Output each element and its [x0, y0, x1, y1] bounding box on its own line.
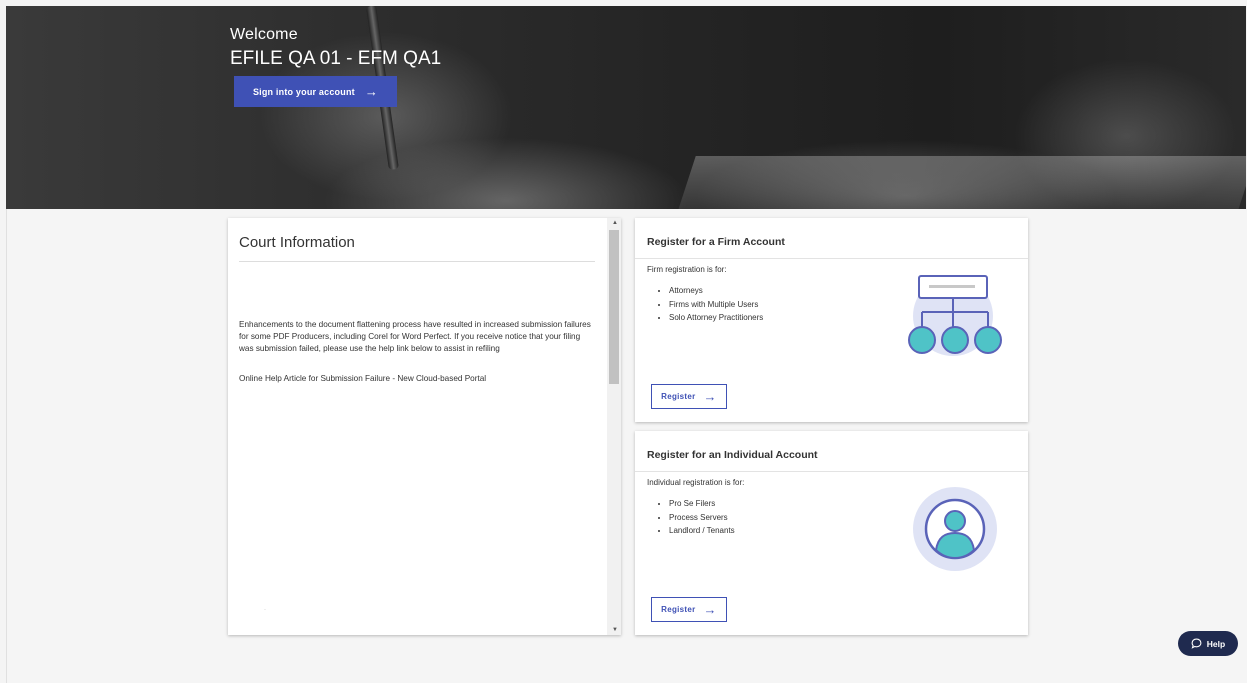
list-item: Solo Attorney Practitioners: [669, 311, 763, 325]
submission-failure-help-link[interactable]: Online Help Article for Submission Failu…: [239, 374, 486, 383]
scroll-down-icon[interactable]: ▼: [612, 627, 618, 633]
individual-registration-list: Pro Se Filers Process Servers Landlord /…: [659, 497, 735, 538]
hero-banner: Welcome EFILE QA 01 - EFM QA1 Sign into …: [6, 6, 1246, 209]
list-item: Pro Se Filers: [669, 497, 735, 511]
firm-registration-card: Register for a Firm Account Firm registr…: [635, 218, 1028, 422]
list-item: Attorneys: [669, 284, 763, 298]
scroll-thumb[interactable]: [609, 230, 619, 384]
chat-bubble-icon: [1191, 638, 1202, 649]
court-information-divider: [239, 261, 595, 262]
hero-text: Welcome EFILE QA 01 - EFM QA1: [230, 26, 441, 70]
list-item: Landlord / Tenants: [669, 524, 735, 538]
welcome-heading: Welcome: [230, 26, 298, 43]
firm-register-button[interactable]: Register →: [651, 384, 727, 409]
firm-registration-divider: [635, 258, 1028, 259]
hero-paper-image: [676, 156, 1246, 209]
court-name-title: EFILE QA 01 - EFM QA1: [230, 48, 442, 69]
firm-registration-intro: Firm registration is for:: [647, 265, 727, 274]
firm-registration-title: Register for a Firm Account: [647, 236, 785, 248]
list-item: Process Servers: [669, 511, 735, 525]
list-item: Firms with Multiple Users: [669, 298, 763, 312]
arrow-right-icon: →: [703, 602, 717, 617]
organization-chart-icon: [908, 275, 1002, 356]
scroll-up-icon[interactable]: ▲: [612, 220, 618, 226]
register-label: Register: [661, 392, 696, 401]
help-label: Help: [1206, 638, 1226, 649]
sign-in-button[interactable]: Sign into your account →: [234, 76, 397, 107]
individual-registration-divider: [635, 471, 1028, 472]
help-button[interactable]: Help: [1178, 631, 1238, 656]
individual-register-button[interactable]: Register →: [651, 597, 727, 622]
register-label: Register: [661, 605, 696, 614]
court-information-body: Enhancements to the document flattening …: [239, 320, 591, 353]
firm-registration-list: Attorneys Firms with Multiple Users Solo…: [659, 284, 763, 325]
individual-registration-card: Register for an Individual Account Indiv…: [635, 431, 1028, 635]
court-information-title: Court Information: [239, 234, 355, 251]
individual-registration-title: Register for an Individual Account: [647, 449, 818, 461]
arrow-right-icon: →: [703, 389, 717, 404]
court-information-scrollbar[interactable]: ▲ ▼: [607, 218, 621, 635]
sign-in-label: Sign into your account: [252, 86, 355, 97]
individual-registration-intro: Individual registration is for:: [647, 478, 745, 487]
arrow-right-icon: →: [364, 84, 379, 99]
court-information-card: Court Information Enhancements to the do…: [228, 218, 621, 635]
user-avatar-icon: [913, 487, 997, 571]
stray-dot: ·: [264, 607, 266, 613]
